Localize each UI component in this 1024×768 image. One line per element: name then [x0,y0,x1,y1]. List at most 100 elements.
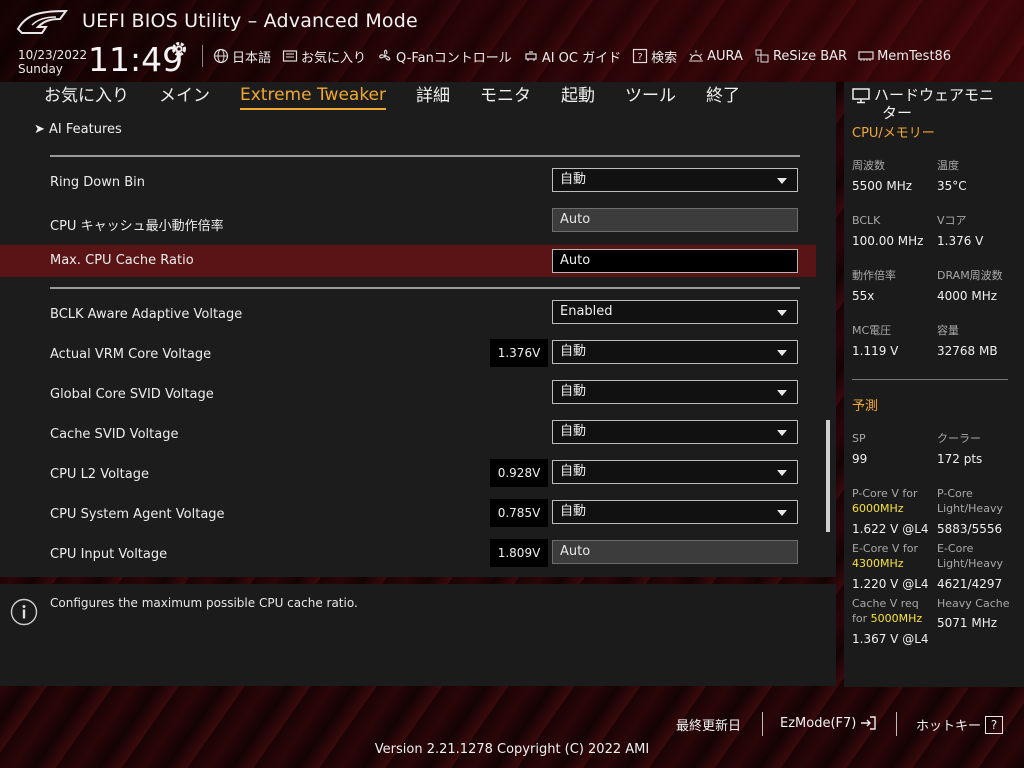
chevron-down-icon [777,390,787,396]
ai-oc-guide-button[interactable]: AI OC ガイド [523,47,621,66]
setting-row-cpu-l2-voltage[interactable]: CPU L2 Voltage 0.928V 自動 [0,459,816,491]
ai-features-link[interactable]: ➤ AI Features [34,122,122,137]
ring-down-bin-dropdown[interactable]: 自動 [552,168,798,192]
setting-row-cpu-cache-min-ratio[interactable]: CPU キャッシュ最小動作倍率 Auto [0,207,816,239]
ezmode-button[interactable]: EzMode(F7) [780,715,877,731]
dropdown-value: 自動 [560,464,587,479]
cpu-l2-voltage-dropdown[interactable]: 自動 [552,460,798,484]
field-value: Auto [560,212,591,227]
tab-main[interactable]: メイン [159,82,210,110]
setting-row-bclk-aware-adaptive-voltage[interactable]: BCLK Aware Adaptive Voltage Enabled [0,299,816,331]
vcore-value: 1.376 V [937,234,984,248]
qfan-control-button[interactable]: Q-Fanコントロール [377,47,512,66]
cpu-system-agent-voltage-dropdown[interactable]: 自動 [552,500,798,524]
vcore-label: Vコア [937,214,967,227]
memtest-button[interactable]: MemTest86 [858,48,951,64]
setting-row-max-cpu-cache-ratio[interactable]: Max. CPU Cache Ratio Auto [0,245,816,277]
pcore-v-label: P-Core V for 6000MHz [852,486,917,516]
language-label: 日本語 [232,50,272,66]
search-label: 検索 [651,50,678,66]
setting-row-ring-down-bin[interactable]: Ring Down Bin 自動 [0,167,816,199]
cache-v-label-line1: Cache V req [852,597,919,610]
footer-divider [762,712,763,736]
chevron-down-icon [777,178,787,184]
ezmode-label: EzMode(F7) [780,715,857,731]
setting-row-cpu-system-agent-voltage[interactable]: CPU System Agent Voltage 0.785V 自動 [0,499,816,531]
tab-tool[interactable]: ツール [625,82,676,110]
favorites-icon [282,50,298,62]
setting-row-global-core-svid-voltage[interactable]: Global Core SVID Voltage 自動 [0,379,816,411]
main-panel: お気に入り メイン Extreme Tweaker 詳細 モニタ 起動 ツール … [0,82,836,577]
setting-row-cache-svid-voltage[interactable]: Cache SVID Voltage 自動 [0,419,816,451]
mc-voltage-label: MC電圧 [852,324,892,337]
search-button[interactable]: ? 検索 [632,47,677,66]
aura-button[interactable]: AURA [688,48,743,64]
qfan-label: Q-Fanコントロール [396,50,512,66]
tab-monitor[interactable]: モニタ [480,82,531,110]
memtest-label: MemTest86 [877,48,952,64]
dropdown-value: 自動 [560,504,587,519]
gear-icon[interactable] [170,40,188,58]
setting-row-actual-vrm-core-voltage[interactable]: Actual VRM Core Voltage 1.376V 自動 [0,339,816,371]
last-modified-button[interactable]: 最終更新日 [676,715,741,734]
monitor-title-line1: ハードウェアモニ [874,86,995,104]
setting-label: CPU System Agent Voltage [50,507,225,522]
bclk-label: BCLK [852,214,881,227]
settings-scrollbar[interactable] [826,420,830,532]
max-cpu-cache-ratio-input[interactable]: Auto [552,249,798,273]
app-title: UEFI BIOS Utility – Advanced Mode [82,10,418,32]
pcore-light-heavy-label: P-Core Light/Heavy [937,486,1003,516]
setting-label: Ring Down Bin [50,175,146,190]
prediction-section-title: 予測 [852,399,879,414]
ecore-lh-label-line1: E-Core [937,542,974,555]
clock-display: 11:49 [88,40,184,79]
search-icon: ? [633,48,648,64]
temperature-value: 35°C [937,179,967,193]
info-icon [10,598,38,626]
pcore-lh-label-line2: Light/Heavy [937,502,1003,515]
setting-row-cpu-input-voltage[interactable]: CPU Input Voltage 1.809V Auto [0,539,816,571]
hardware-monitor-panel: ハードウェアモニ ター CPU/メモリー 周波数 5500 MHz 温度 35°… [844,82,1024,687]
resize-bar-label: ReSize BAR [772,48,848,64]
tab-exit[interactable]: 終了 [706,82,740,110]
language-button[interactable]: 日本語 [213,47,271,66]
help-text: Configures the maximum possible CPU cach… [50,596,358,610]
ecore-light-heavy-value: 4621/4297 [937,577,1003,591]
cooler-label: クーラー [937,432,981,445]
dropdown-value: Enabled [560,304,613,319]
help-panel: Configures the maximum possible CPU cach… [0,584,836,686]
date-display: 10/23/2022 Sunday [18,48,87,76]
tab-boot[interactable]: 起動 [561,82,595,110]
hotkeys-label: ホットキー [916,719,982,734]
favorites-button[interactable]: お気に入り [282,47,366,66]
frequency-value: 5500 MHz [852,179,913,193]
cache-v-frequency: 5000MHz [870,612,923,625]
date-text: 10/23/2022 [18,48,88,62]
setting-label: CPU キャッシュ最小動作倍率 [50,219,224,234]
exit-arrow-icon [861,716,877,730]
aura-label: AURA [707,48,743,64]
dram-frequency-value: 4000 MHz [937,289,998,303]
help-question-icon: ? [985,715,1004,734]
ai-features-label: AI Features [49,122,122,137]
hotkeys-button[interactable]: ホットキー ? [916,715,1004,734]
resize-bar-button[interactable]: ReSize BAR [754,48,847,64]
cache-v-for-text: for [852,612,868,625]
section-divider [50,287,800,289]
ecore-v-label: E-Core V for 4300MHz [852,541,918,571]
tab-extreme-tweaker[interactable]: Extreme Tweaker [240,82,387,110]
rog-logo-icon [16,9,68,34]
global-core-svid-voltage-dropdown[interactable]: 自動 [552,380,798,404]
pcore-v-frequency: 6000MHz [852,502,904,515]
setting-label: CPU Input Voltage [50,547,168,562]
tab-advanced[interactable]: 詳細 [416,82,450,110]
bclk-aware-adaptive-voltage-dropdown[interactable]: Enabled [552,300,798,324]
setting-label: Max. CPU Cache Ratio [50,253,194,268]
cache-svid-voltage-dropdown[interactable]: 自動 [552,420,798,444]
tab-favorites[interactable]: お気に入り [44,82,129,110]
actual-vrm-core-voltage-dropdown[interactable]: 自動 [552,340,798,364]
field-value: Auto [560,544,591,559]
dropdown-value: 自動 [560,384,587,399]
chevron-down-icon [777,350,787,356]
capacity-label: 容量 [937,324,959,337]
